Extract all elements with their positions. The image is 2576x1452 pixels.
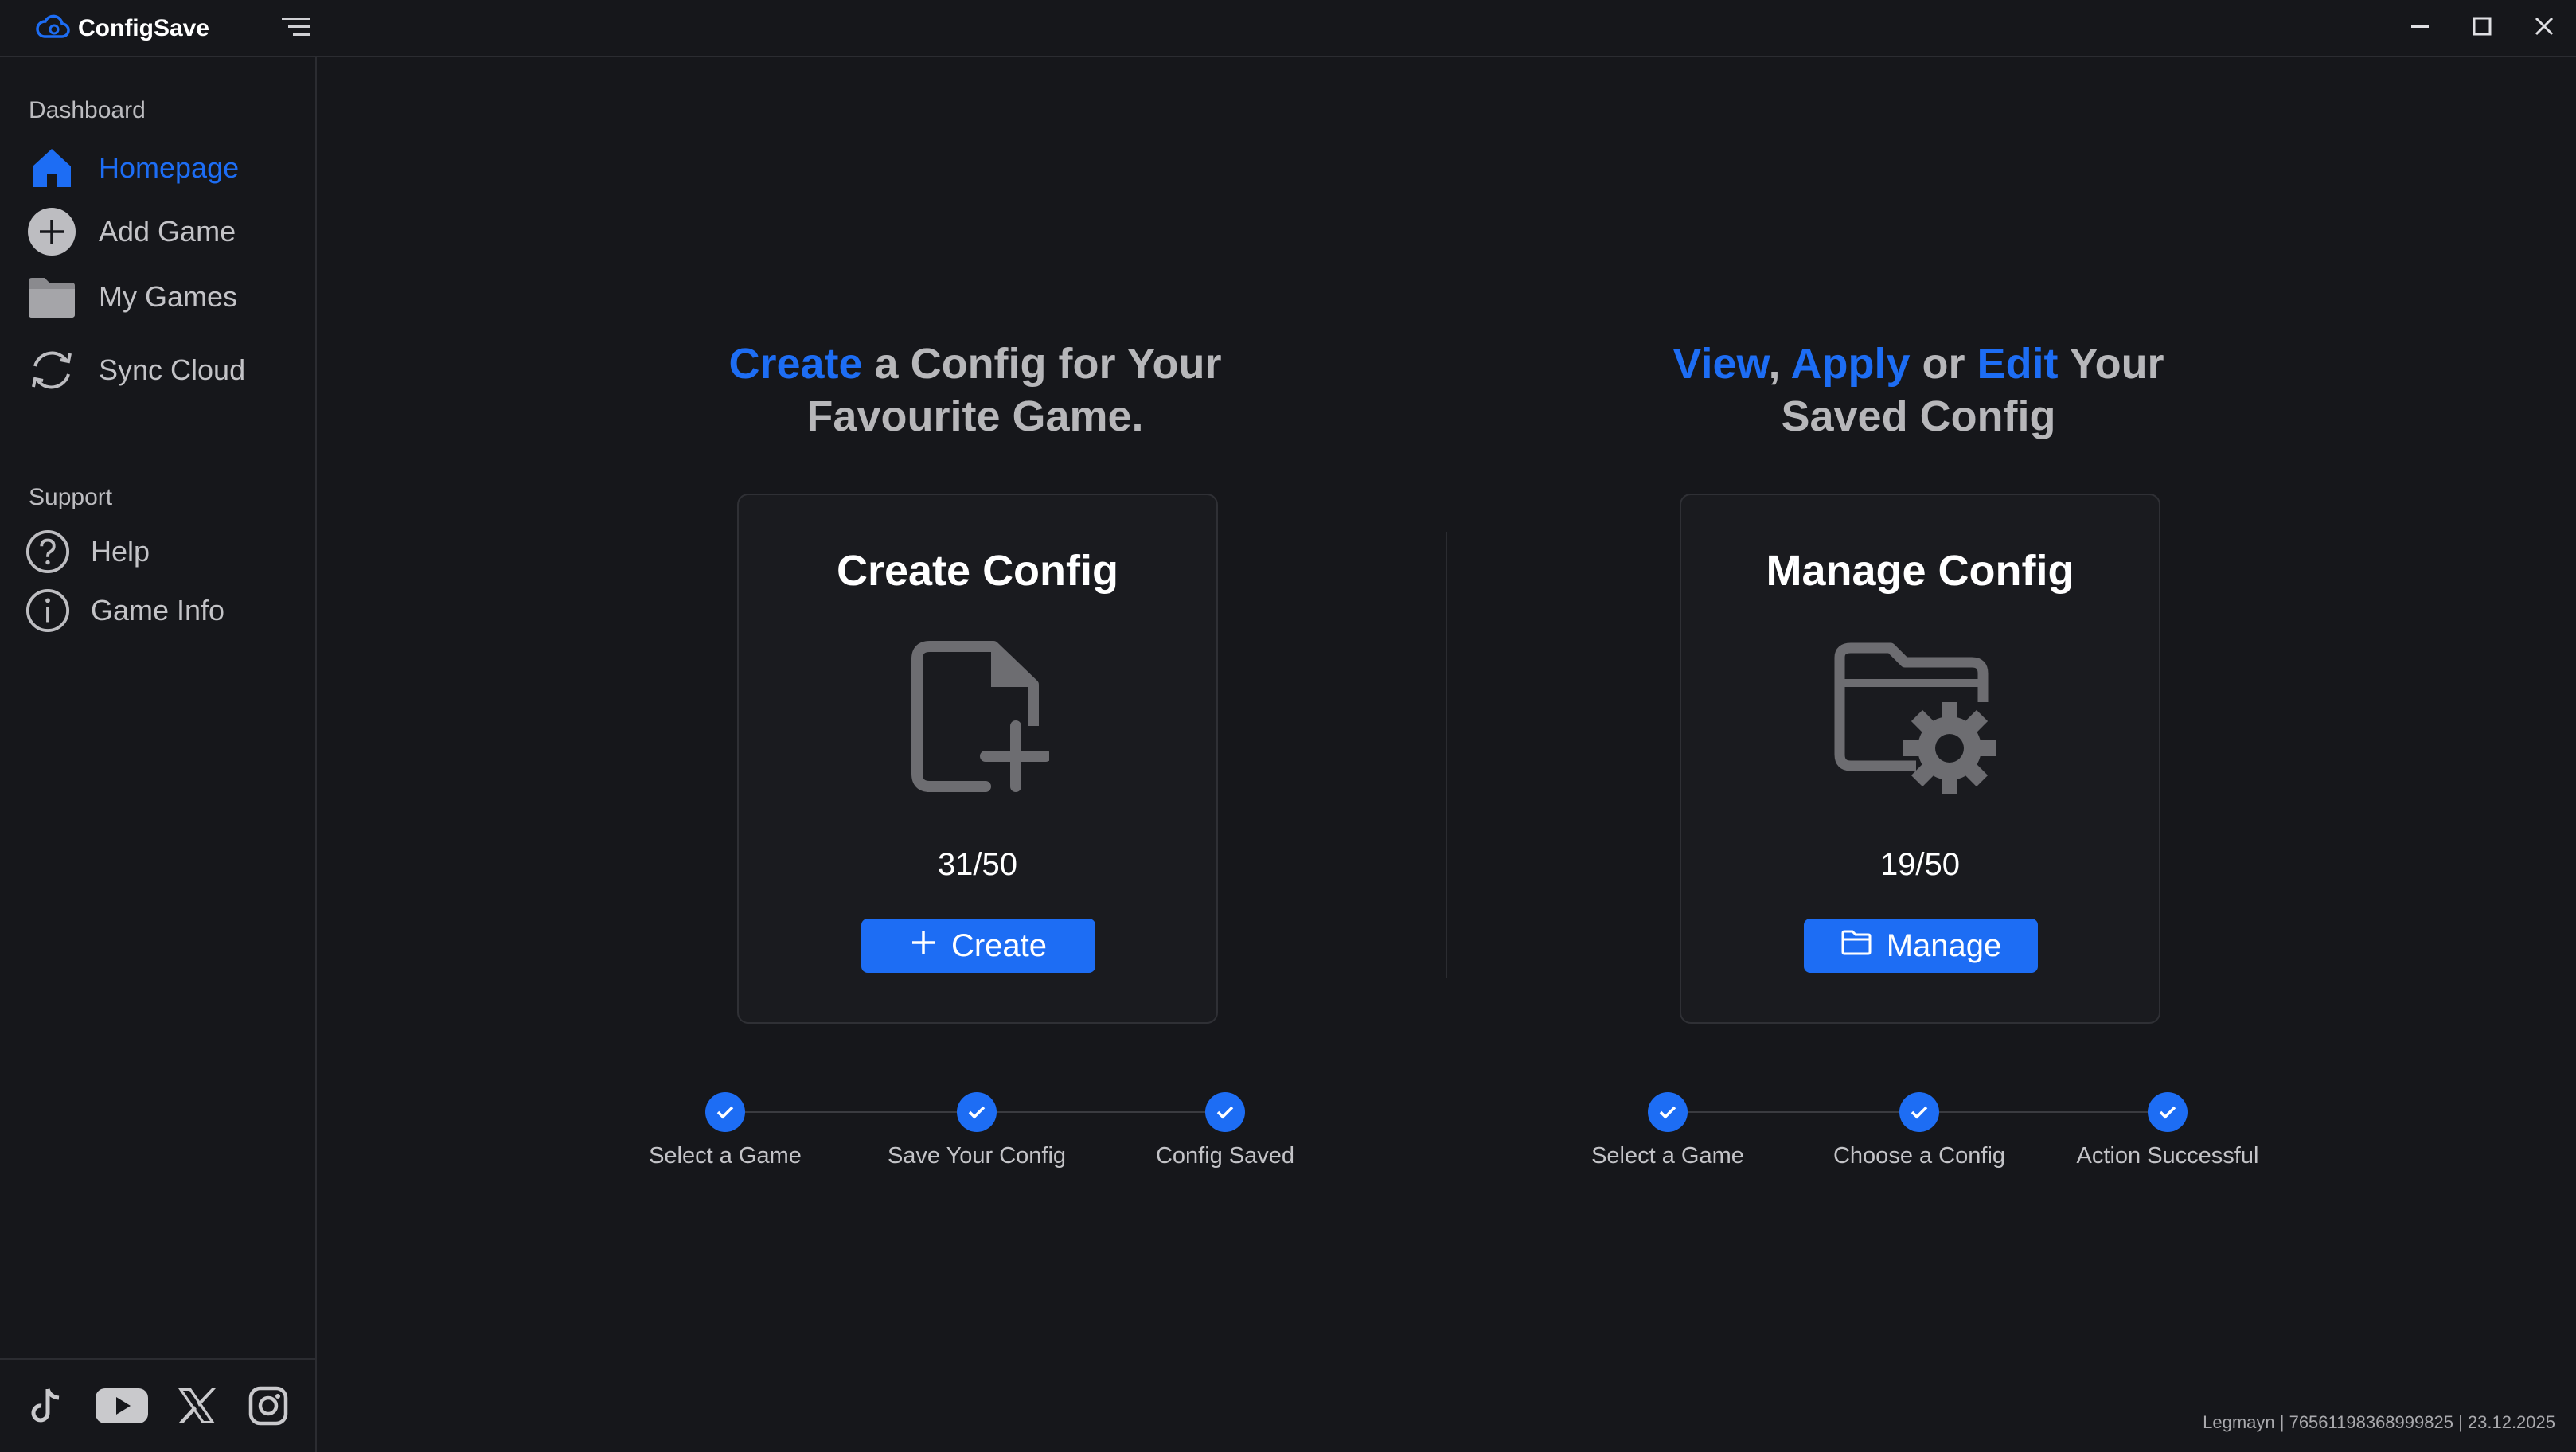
step: Config Saved [1106,1091,1345,1169]
section-divider [1446,532,1447,978]
close-icon [2533,15,2555,41]
sidebar-item-label: Game Info [91,594,225,626]
cloud-logo-icon [35,13,70,45]
sidebar-item-label: Help [91,535,150,568]
sidebar-item-sync-cloud[interactable]: Sync Cloud [25,342,304,398]
sidebar-item-label: Add Game [99,215,236,248]
check-icon [957,1092,997,1132]
manage-stepper: Select a Game Choose a Config Action Suc… [1590,1091,2258,1194]
instagram-icon[interactable] [243,1380,294,1431]
sidebar-item-game-info[interactable]: Game Info [25,583,304,638]
minimize-icon [2409,15,2431,41]
step: Select a Game [606,1091,845,1169]
menu-toggle-button[interactable] [279,11,314,43]
step: Choose a Config [1800,1091,2039,1169]
step: Save Your Config [857,1091,1096,1169]
support-section-label: Support [29,484,113,510]
sidebar-item-help[interactable]: Help [25,524,304,580]
sidebar-item-add-game[interactable]: Add Game [25,204,304,260]
app-brand: ConfigSave [35,6,209,51]
sync-icon [25,344,78,396]
sidebar-item-my-games[interactable]: My Games [25,269,304,325]
minimize-button[interactable] [2396,8,2444,48]
check-icon [2148,1092,2188,1132]
config-count: 19/50 [1879,847,1961,882]
config-count: 31/50 [937,847,1018,882]
user-info-footer: Legmayn | 76561198368999825 | 23.12.2025 [2203,1412,2555,1432]
help-icon [25,525,70,578]
step: Action Successful [2048,1091,2287,1169]
create-stepper: Select a Game Save Your Config Config Sa… [647,1091,1294,1194]
x-icon[interactable] [171,1380,222,1431]
check-icon [1899,1092,1939,1132]
sidebar: Dashboard Homepage Add Game My Games Syn… [0,57,317,1452]
plus-circle-icon [25,205,78,258]
social-links [0,1358,315,1452]
close-button[interactable] [2520,8,2568,48]
create-heading: Create a Config for Your Favourite Game. [728,340,1222,440]
step: Select a Game [1548,1091,1787,1169]
home-icon [25,142,78,194]
sidebar-item-label: Sync Cloud [99,353,246,386]
folder-icon [25,271,78,323]
check-icon [705,1092,745,1132]
plus-icon [910,928,937,964]
file-plus-icon [739,638,1216,798]
card-title: Manage Config [1766,547,2074,595]
create-button[interactable]: Create [861,919,1095,973]
create-config-card: Create Config 31/50 Create [737,494,1218,1024]
card-title: Create Config [836,547,1119,595]
info-icon [25,584,70,637]
check-icon [1648,1092,1688,1132]
folder-open-icon [1840,928,1872,964]
manage-config-card: Manage Config 19/50 Manage [1680,494,2160,1024]
sidebar-item-label: My Games [99,280,238,313]
check-icon [1205,1092,1245,1132]
dashboard-section-label: Dashboard [29,97,146,123]
app-title: ConfigSave [78,15,210,41]
manage-heading: View, Apply or Edit Your Saved Config [1672,340,2164,440]
folder-gear-icon [1681,638,2159,798]
manage-button[interactable]: Manage [1804,919,2038,973]
main-content: Create a Config for Your Favourite Game.… [318,59,2576,1452]
tiktok-icon[interactable] [21,1380,72,1431]
youtube-icon[interactable] [93,1380,150,1431]
maximize-icon [2471,15,2493,41]
title-bar: ConfigSave [0,0,2576,57]
maximize-button[interactable] [2458,8,2506,48]
sidebar-item-homepage[interactable]: Homepage [25,140,304,196]
sidebar-item-label: Homepage [99,151,240,184]
